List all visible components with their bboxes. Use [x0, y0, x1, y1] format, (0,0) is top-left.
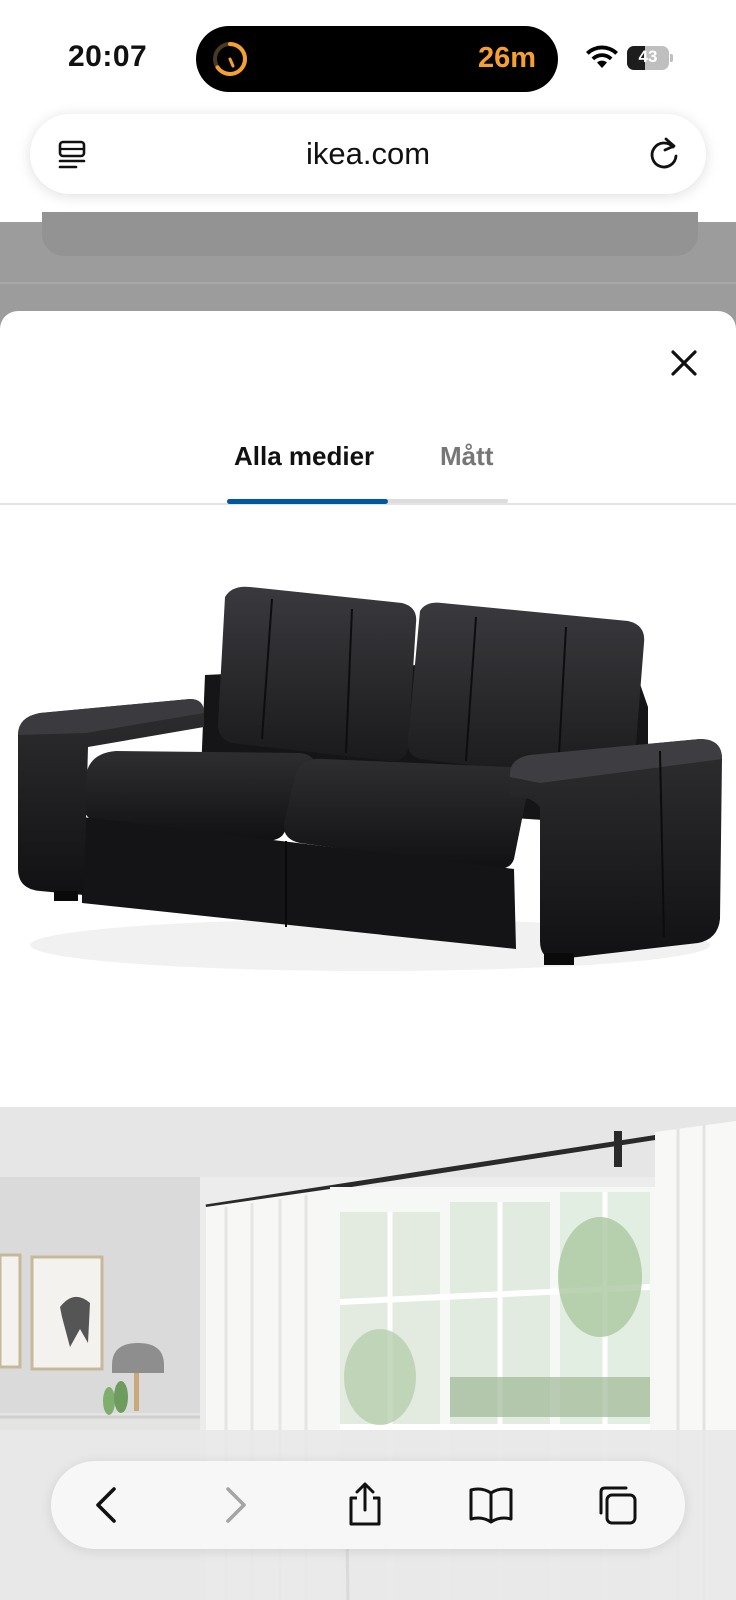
active-tab-indicator [227, 499, 388, 504]
status-bar: 20:07 26m 43 [0, 0, 736, 110]
chevron-right-icon [226, 1487, 246, 1523]
share-button[interactable] [339, 1479, 391, 1531]
bottom-toolbar [51, 1461, 685, 1549]
dynamic-island[interactable]: 26m [196, 26, 558, 92]
live-activity-timer: 26m [477, 42, 536, 74]
tabs-icon [599, 1486, 637, 1525]
url-text[interactable]: ikea.com [30, 136, 706, 172]
battery-level: 43 [638, 47, 658, 66]
status-time: 20:07 [68, 40, 148, 73]
reload-icon[interactable] [646, 134, 682, 172]
forward-button[interactable] [209, 1479, 261, 1531]
book-icon [469, 1487, 513, 1524]
wifi-icon [586, 45, 618, 68]
bookmarks-button[interactable] [465, 1479, 517, 1531]
tabs-button[interactable] [591, 1479, 643, 1531]
battery-indicator: 43 [627, 46, 673, 70]
address-bar[interactable]: ikea.com [30, 114, 706, 194]
product-image[interactable] [0, 507, 736, 1107]
chevron-left-icon [96, 1487, 116, 1523]
media-tabs: Alla medier Mått [0, 411, 736, 505]
share-icon [349, 1482, 381, 1526]
close-button[interactable] [662, 341, 706, 385]
back-button[interactable] [81, 1479, 133, 1531]
tab-alla-medier[interactable]: Alla medier [234, 441, 374, 472]
media-modal-sheet: Alla medier Mått [0, 311, 736, 1600]
timer-icon [213, 42, 247, 76]
close-icon [671, 350, 697, 376]
tab-matt[interactable]: Mått [440, 441, 493, 472]
